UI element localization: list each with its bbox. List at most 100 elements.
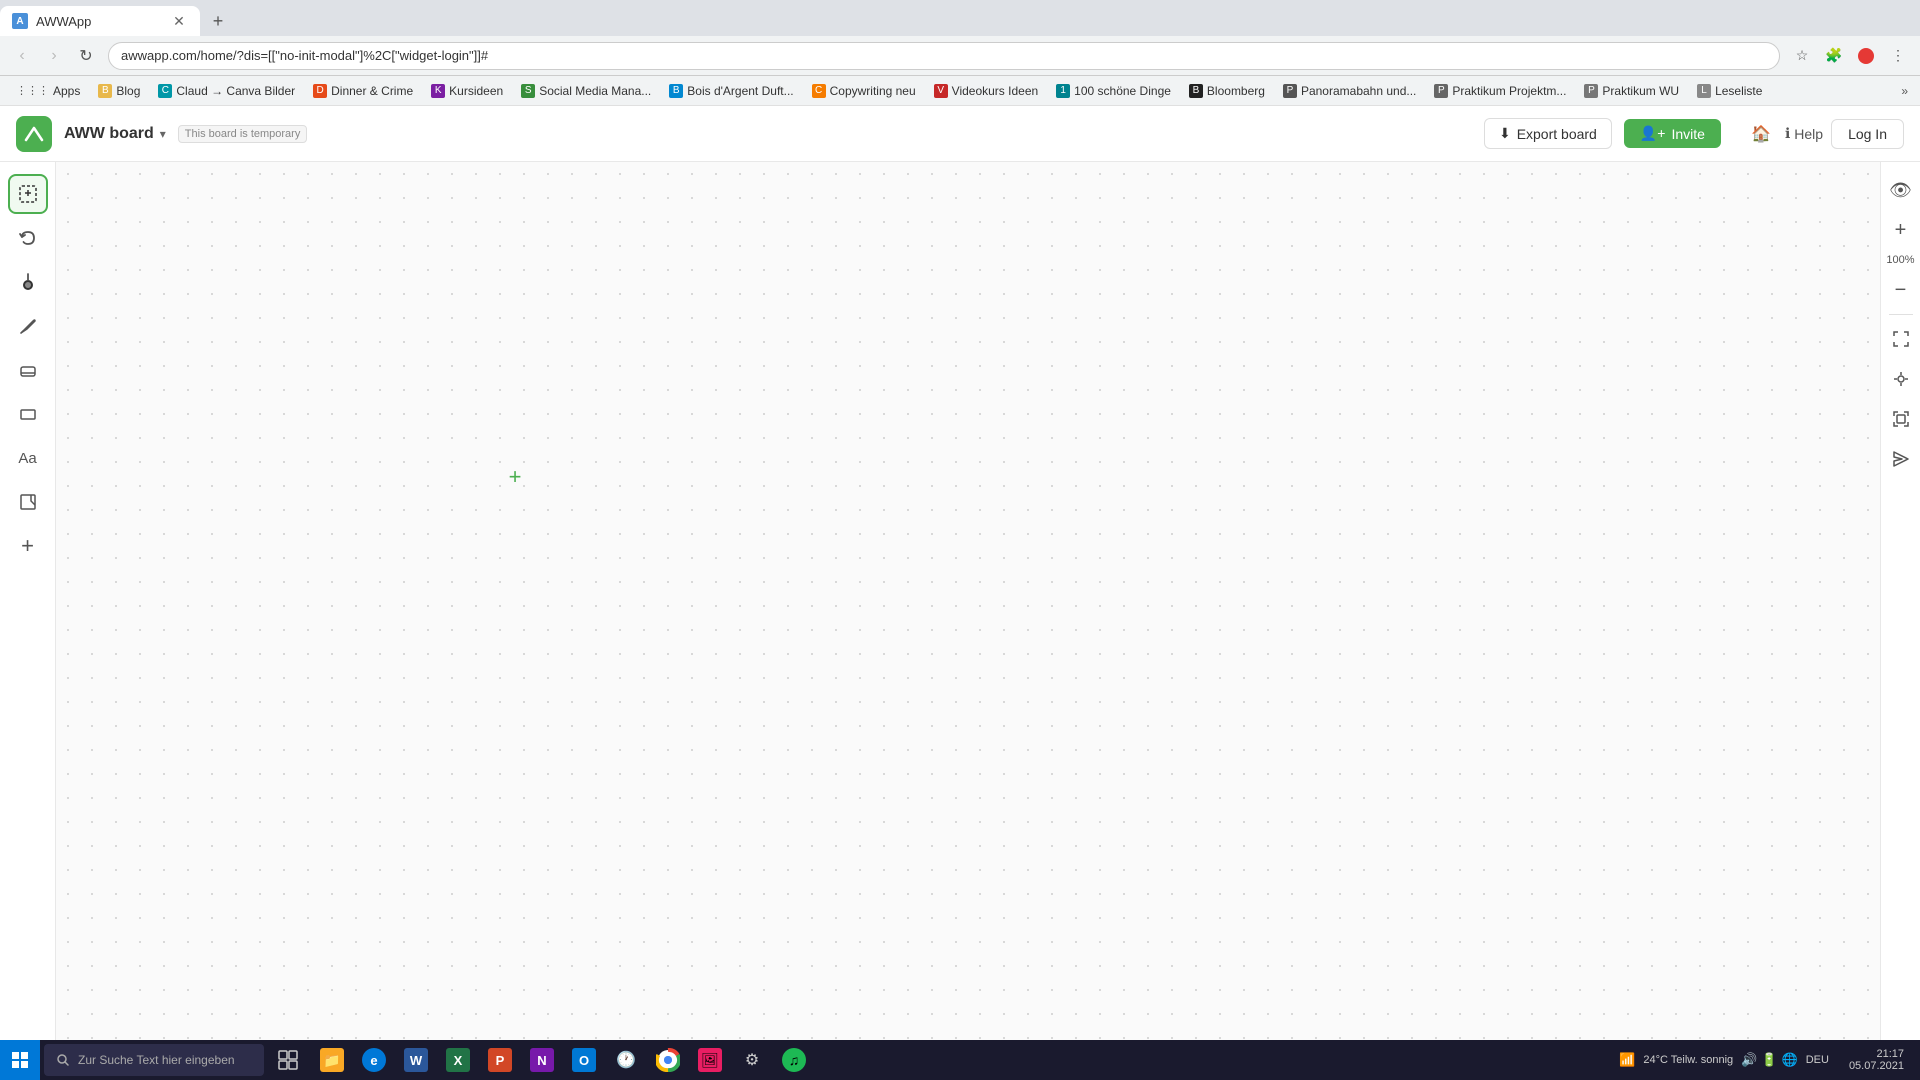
taskbar-settings[interactable]: ⚙ [732,1040,772,1080]
tray-battery-icon: 🔋 [1761,1052,1777,1068]
login-button[interactable]: Log In [1831,119,1904,149]
taskbar-file-explorer[interactable]: 📁 [312,1040,352,1080]
taskbar-clock[interactable]: 🕐 [606,1040,646,1080]
bookmark-kursideen-label: Kursideen [449,84,503,98]
tab-close-button[interactable]: ✕ [170,12,188,30]
active-tab[interactable]: A AWWApp ✕ [0,6,200,36]
bookmark-apps-label: Apps [53,84,80,98]
taskbar: Zur Suche Text hier eingeben 📁 e W X P N [0,1040,1920,1080]
task-view-button[interactable] [268,1040,308,1080]
bookmark-panorama-label: Panoramabahn und... [1301,84,1416,98]
taskbar-powerpoint[interactable]: P [480,1040,520,1080]
taskbar-time[interactable]: 21:17 05.07.2021 [1841,1048,1912,1072]
taskbar-spotify[interactable]: ♫ [774,1040,814,1080]
taskbar-excel[interactable]: X [438,1040,478,1080]
back-button[interactable]: ‹ [8,42,36,70]
bookmark-videokurs-label: Videokurs Ideen [952,84,1039,98]
date-display: 05.07.2021 [1849,1060,1904,1072]
bookmark-praktikum[interactable]: P Praktikum Projektm... [1426,80,1574,102]
invite-label: Invite [1671,126,1704,142]
bookmark-dinner-label: Dinner & Crime [331,84,413,98]
zoom-level-display: 100% [1886,254,1914,266]
undo-tool-button[interactable] [8,218,48,258]
taskbar-outlook[interactable]: O [564,1040,604,1080]
taskbar-search-text: Zur Suche Text hier eingeben [78,1053,235,1067]
taskbar-search[interactable]: Zur Suche Text hier eingeben [44,1044,264,1076]
shape-tool-button[interactable] [8,394,48,434]
bookmark-panorama[interactable]: P Panoramabahn und... [1275,80,1424,102]
taskbar-word[interactable]: W [396,1040,436,1080]
system-tray: 📶 24°C Teilw. sonnig 🔊 🔋 🌐 DEU [1611,1052,1841,1068]
profile-icon[interactable] [1852,42,1880,70]
invite-button[interactable]: 👤+ Invite [1624,119,1721,148]
show-desktop-button[interactable] [1912,1040,1920,1080]
time-display: 21:17 [1876,1048,1904,1060]
right-toolbar: 👁 + 100% − [1880,162,1920,1040]
sticky-note-tool-button[interactable] [8,482,48,522]
help-info-icon: ℹ [1785,125,1790,142]
home-button[interactable]: 🏠 [1745,118,1777,150]
bookmark-praktikum-wu-label: Praktikum WU [1602,84,1679,98]
tab-favicon: A [12,13,28,29]
tray-lang: DEU [1806,1054,1829,1066]
fullscreen-button[interactable] [1885,403,1917,435]
fit-screen-button[interactable] [1885,323,1917,355]
eraser-tool-button[interactable] [8,350,48,390]
taskbar-browser-edge[interactable]: e [354,1040,394,1080]
bookmark-videokurs[interactable]: V Videokurs Ideen [926,80,1047,102]
invite-icon: 👤+ [1640,125,1666,142]
browser-menu-icon[interactable]: ⋮ [1884,42,1912,70]
zoom-in-button[interactable]: + [1885,214,1917,246]
visibility-button[interactable]: 👁 [1885,174,1917,206]
bookmark-copywriting[interactable]: C Copywriting neu [804,80,924,102]
help-button[interactable]: ℹ Help [1785,125,1823,142]
text-tool-label: Aa [18,450,36,467]
forward-button[interactable]: › [40,42,68,70]
draw-tool-button[interactable] [8,262,48,302]
text-tool-button[interactable]: Aa [8,438,48,478]
export-board-button[interactable]: ⬇ Export board [1484,118,1612,149]
tray-speaker-icon[interactable]: 🔊 [1741,1052,1757,1068]
left-toolbar: Aa + [0,162,56,1040]
bookmark-social-label: Social Media Mana... [539,84,651,98]
taskbar-chrome[interactable] [648,1040,688,1080]
bookmark-blog-label: Blog [116,84,140,98]
add-tool-icon: + [21,533,34,559]
send-button[interactable] [1885,443,1917,475]
bookmark-bois[interactable]: B Bois d'Argent Duft... [661,80,801,102]
tray-wifi-icon[interactable]: 🌐 [1782,1052,1798,1068]
url-text: awwapp.com/home/?dis=[["no-init-modal"]%… [121,48,488,63]
add-tool-button[interactable]: + [8,526,48,566]
board-dropdown-button[interactable]: ▾ [160,127,166,141]
bookmarks-more-button[interactable]: » [1897,84,1912,98]
refresh-button[interactable]: ↻ [72,42,100,70]
right-toolbar-divider [1889,314,1913,315]
bookmark-100schone[interactable]: 1 100 schöne Dinge [1048,80,1179,102]
zoom-out-button[interactable]: − [1885,274,1917,306]
bookmark-praktikum-wu[interactable]: P Praktikum WU [1576,80,1687,102]
taskbar-onenote[interactable]: N [522,1040,562,1080]
bookmark-kursideen[interactable]: K Kursideen [423,80,511,102]
bookmark-social[interactable]: S Social Media Mana... [513,80,659,102]
bookmark-apps[interactable]: ⋮⋮⋮ Apps [8,80,88,102]
bookmark-blog[interactable]: B Blog [90,80,148,102]
canvas-cursor: + [509,464,522,490]
select-tool-button[interactable] [8,174,48,214]
bookmark-copywriting-label: Copywriting neu [830,84,916,98]
taskbar-photos[interactable]: 🖼 [690,1040,730,1080]
board-temp-badge: This board is temporary [178,125,308,143]
bookmark-bloomberg-label: Bloomberg [1207,84,1265,98]
new-tab-button[interactable]: + [204,7,232,35]
bookmark-bloomberg[interactable]: B Bloomberg [1181,80,1273,102]
browser-extension-icon[interactable]: 🧩 [1820,42,1848,70]
start-button[interactable] [0,1040,40,1080]
address-bar[interactable]: awwapp.com/home/?dis=[["no-init-modal"]%… [108,42,1780,70]
canvas-area[interactable]: + [56,162,1880,1040]
bookmark-canva-label: Claud → Canva Bilder [176,84,295,98]
center-button[interactable] [1885,363,1917,395]
bookmark-dinner[interactable]: D Dinner & Crime [305,80,421,102]
bookmark-leseliste[interactable]: L Leseliste [1689,80,1770,102]
pen-tool-button[interactable] [8,306,48,346]
bookmark-star-icon[interactable]: ☆ [1788,42,1816,70]
bookmark-canva[interactable]: C Claud → Canva Bilder [150,80,303,102]
